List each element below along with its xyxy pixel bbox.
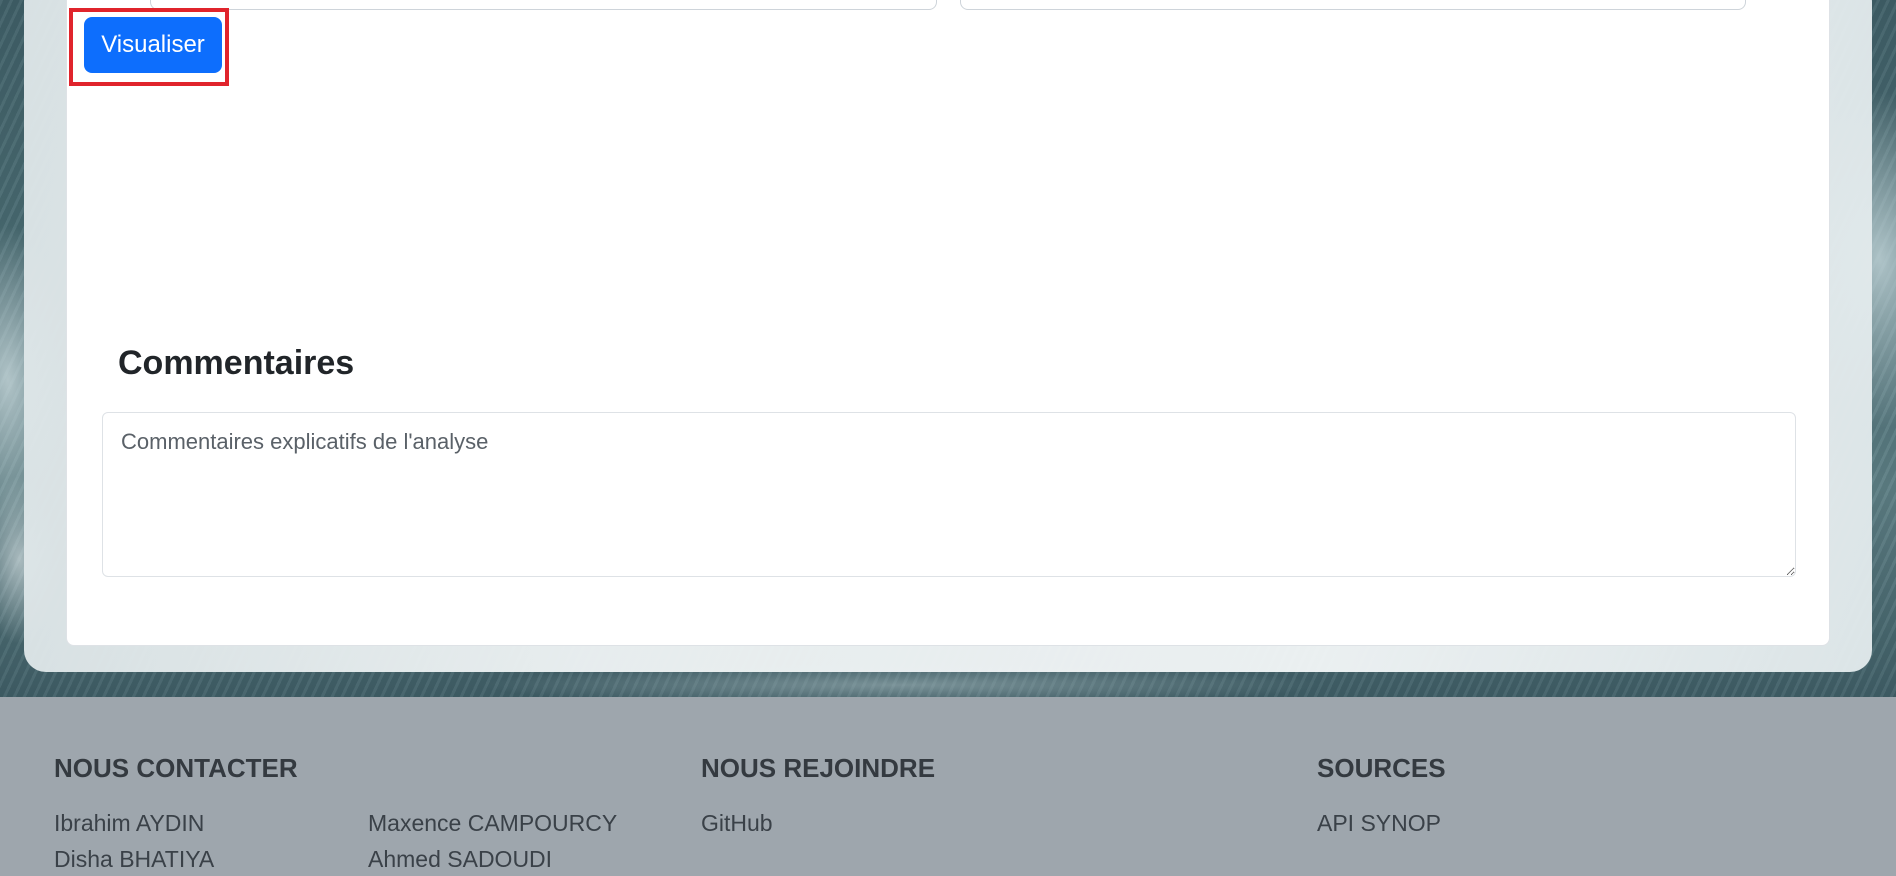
github-link[interactable]: GitHub	[701, 807, 773, 839]
comments-heading: Commentaires	[118, 344, 355, 382]
left-select-field[interactable]	[150, 0, 937, 10]
footer-contact-heading: NOUS CONTACTER	[54, 753, 298, 783]
footer-sources-heading: SOURCES	[1317, 753, 1446, 783]
footer: NOUS CONTACTER Ibrahim AYDIN Maxence CAM…	[0, 697, 1896, 876]
visualiser-button[interactable]: Visualiser	[84, 17, 222, 73]
right-select-field[interactable]	[960, 0, 1746, 10]
contact-link-ahmed-sadoudi[interactable]: Ahmed SADOUDI	[368, 843, 552, 875]
contact-link-disha-bhatiya[interactable]: Disha BHATIYA	[54, 843, 214, 875]
api-synop-link[interactable]: API SYNOP	[1317, 807, 1441, 839]
contact-link-maxence-campourcy[interactable]: Maxence CAMPOURCY	[368, 807, 617, 839]
comments-textarea[interactable]	[102, 412, 1796, 577]
contact-link-ibrahim-aydin[interactable]: Ibrahim AYDIN	[54, 807, 204, 839]
footer-join-heading: NOUS REJOINDRE	[701, 753, 936, 783]
